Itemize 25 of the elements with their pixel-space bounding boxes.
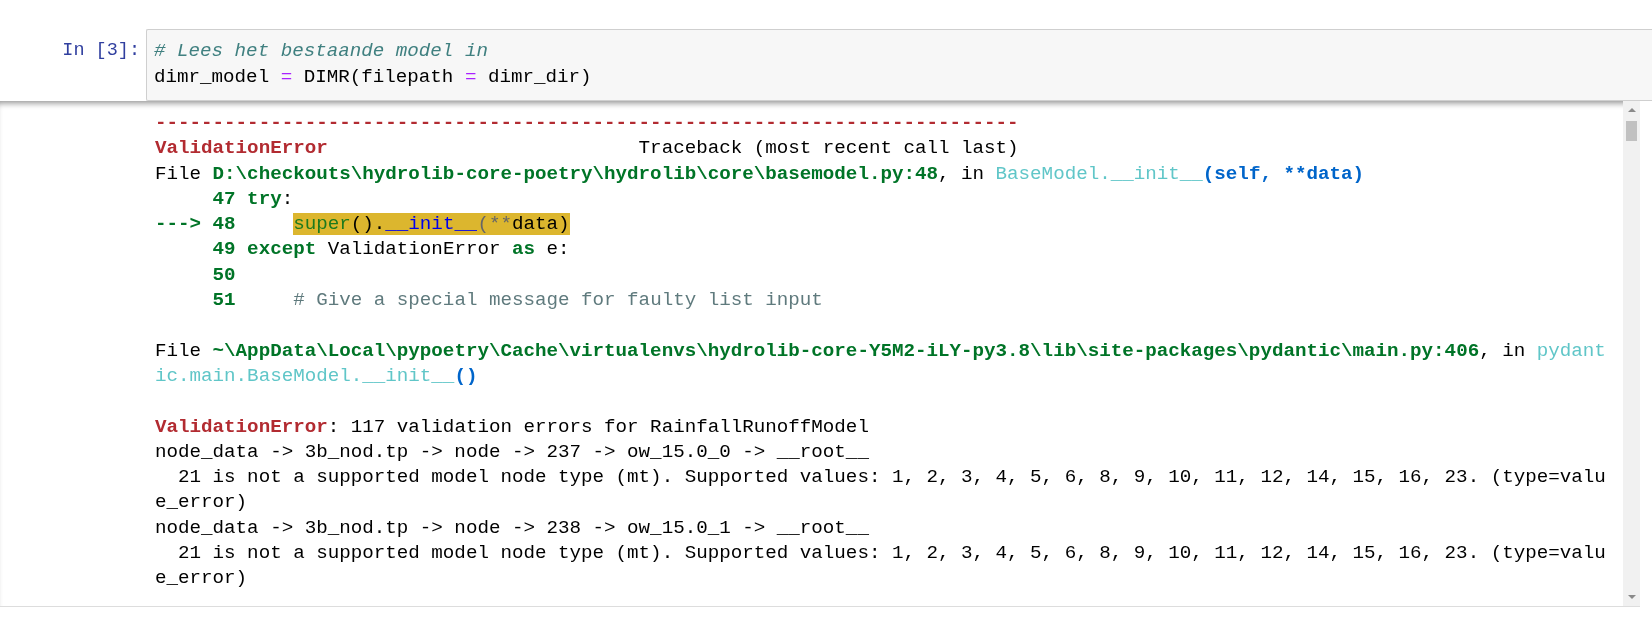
code-cell[interactable]: # Lees het bestaande model in dimr_model = DIMR(filepath = dimr_dir): [146, 29, 1652, 101]
scroll-down-icon[interactable]: [1626, 593, 1637, 601]
output-line: node_data -> 3b_nod.tp -> node -> 238 -> ow_15.0_1 -> __root__: [155, 515, 870, 541]
output-line: ---> 48 super().__init__(**data): [155, 212, 571, 238]
output-line: e_error): [155, 490, 249, 516]
scrollbar[interactable]: [1623, 101, 1640, 606]
output-line: 21 is not a supported model node type (mt). Supported values: 1, 2, 3, 4, 5, 6, 8, 9, 10, 11, 12, 14, 15, 16, 23. (type=valu: [177, 541, 1607, 567]
output-line: e_error): [155, 566, 249, 592]
input-prompt: In [3]:: [61, 39, 141, 63]
code-line: # Lees het bestaande model in: [154, 39, 489, 64]
output-line: File D:\checkouts\hydrolib-core-poetry\hydrolib\core\basemodel.py:48, in BaseModel.__init__(self, **data): [155, 161, 1366, 187]
output-line: 49 except ValidationError as e:: [211, 237, 571, 263]
code-line: dimr_model = DIMR(filepath = dimr_dir): [154, 65, 593, 90]
output-line: ValidationError: 117 validation errors for RainfallRunoffModel: [155, 414, 870, 440]
scroll-up-icon[interactable]: [1626, 106, 1637, 114]
output-line: node_data -> 3b_nod.tp -> node -> 237 -> ow_15.0_0 -> __root__: [155, 439, 870, 465]
output-line: 50: [211, 262, 237, 288]
output-line: 51 # Give a special message for faulty list input: [211, 288, 824, 314]
output-line: ---------------------------------------------------------------------------: [155, 111, 1020, 136]
output-line: 47 try:: [211, 186, 295, 212]
output-line: ic.main.BaseModel.__init__(): [155, 363, 479, 389]
output-line: File ~\AppData\Local\pypoetry\Cache\virtualenvs\hydrolib-core-Y5M2-iLY-py3.8\lib\site-packages\pydantic\main.py:406, in pydant: [155, 338, 1607, 364]
scrollbar-thumb[interactable]: [1626, 121, 1637, 141]
output-line: 21 is not a supported model node type (mt). Supported values: 1, 2, 3, 4, 5, 6, 8, 9, 10, 11, 12, 14, 15, 16, 23. (type=valu: [177, 465, 1607, 491]
output-line: ValidationError Traceback (most recent call last): [155, 136, 1020, 162]
